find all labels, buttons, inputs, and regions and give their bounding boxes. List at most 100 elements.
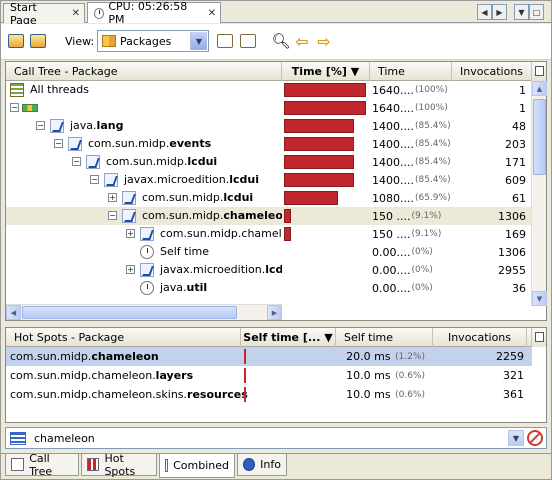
time-bar-cell <box>282 261 370 279</box>
view-option-button-1[interactable] <box>215 31 235 51</box>
invocations-cell: 36 <box>512 281 526 295</box>
collapse-icon[interactable]: − <box>90 175 99 184</box>
invocations-cell: 321 <box>503 369 524 382</box>
scroll-right-icon[interactable]: ▶ <box>492 4 507 20</box>
view-select-value: Packages <box>120 34 172 48</box>
scroll-down-icon[interactable]: ▼ <box>532 291 547 306</box>
chevron-down-icon[interactable]: ▼ <box>190 32 207 50</box>
tree-node-cell: + com.sun.midp.lcdui <box>6 189 282 207</box>
scroll-right-icon[interactable]: ▶ <box>267 305 282 320</box>
tab-call-tree[interactable]: Call Tree <box>5 452 79 478</box>
clear-filter-icon[interactable] <box>527 430 543 446</box>
vertical-scrollbar[interactable]: ▲ ▼ <box>531 81 547 306</box>
tab-scroll-buttons: ◀ ▶ <box>477 4 507 20</box>
col-call-tree[interactable]: Call Tree - Package <box>6 62 282 81</box>
save-snapshot-icon <box>8 34 24 48</box>
tab-list-icon[interactable]: ▼ <box>514 4 529 20</box>
time-bar-cell <box>282 99 370 117</box>
col-invocations[interactable]: Invocations <box>452 62 532 81</box>
tab-combined[interactable]: Combined <box>159 454 235 478</box>
save-snapshot-button[interactable] <box>6 31 26 51</box>
tree-row[interactable]: + com.sun.midp.lcdui 1080.... (65.9%) 61 <box>6 189 532 207</box>
view-select[interactable]: Packages ▼ <box>97 30 209 52</box>
filter-type-icon[interactable] <box>10 432 26 445</box>
tree-row[interactable]: All threads 1640.... (100%) 1 <box>6 81 532 99</box>
find-button[interactable]: 🔍︎ <box>271 31 291 51</box>
clock-icon <box>140 281 154 295</box>
tree-row[interactable]: + javax.microedition.lcdui 0.00....(0%) 295… <box>6 261 532 279</box>
tree-node-cell: java.util <box>6 279 282 297</box>
tree-row[interactable]: + com.sun.midp.chameleor 150 ....(9.1%) 169 <box>6 225 532 243</box>
scroll-thumb[interactable] <box>22 306 237 319</box>
time-cell: 1400.... (85.4%) <box>372 155 451 169</box>
time-bar-cell <box>282 279 370 297</box>
expand-icon[interactable]: + <box>108 193 117 202</box>
self-time-bar <box>244 387 246 402</box>
tab-cpu[interactable]: CPU: 05:26:58 PM ✕ <box>87 0 221 26</box>
hot-spots-icon <box>87 458 100 471</box>
time-cell: 0.00.... (0%) <box>372 281 433 295</box>
scroll-up-icon[interactable]: ▲ <box>532 81 547 96</box>
tree-node-cell: − com.sun.midp.chameleon <box>6 207 282 225</box>
chevron-down-icon[interactable]: ▼ <box>508 430 524 446</box>
document-tab-strip: Start Page ✕ CPU: 05:26:58 PM ✕ ◀ ▶ ▼ □ <box>1 0 551 27</box>
tab-start-page[interactable]: Start Page ✕ <box>3 1 85 27</box>
time-bar-cell <box>282 207 370 225</box>
time-bar <box>284 83 366 97</box>
tree-node-label: com.sun.midp.chameleon <box>142 209 282 222</box>
col-time-pct[interactable]: Time [%] ▼ <box>282 62 370 81</box>
package-icon <box>68 137 82 151</box>
expand-icon[interactable]: + <box>126 265 135 274</box>
tree-node-cell: − com.sun.midp.lcdui <box>6 153 282 171</box>
collapse-icon[interactable]: − <box>36 121 45 130</box>
invocations-cell: 2955 <box>498 263 526 277</box>
filter-bar: chameleon ▼ <box>5 427 547 449</box>
col-invocations[interactable]: Invocations <box>433 328 527 347</box>
col-self-time-bar[interactable]: Self time [... ▼ <box>241 328 336 347</box>
horizontal-scrollbar[interactable]: ◀ ▶ <box>6 304 282 320</box>
tree-node-label: javax.microedition.lcdui <box>124 173 260 186</box>
column-chooser-button[interactable] <box>531 328 546 347</box>
hot-spot-row[interactable]: com.sun.midp.chameleon.skins. resources 10… <box>6 385 532 404</box>
hot-spot-row[interactable]: com.sun.midp.chameleon. layers 10.0 ms (0.… <box>6 366 532 385</box>
maximize-icon[interactable]: □ <box>529 4 544 20</box>
close-icon[interactable]: ✕ <box>208 8 216 19</box>
export-button[interactable] <box>28 31 48 51</box>
columns-icon <box>535 332 544 342</box>
time-cell: 0.00.... (0%) <box>372 245 433 259</box>
tree-row[interactable]: − 1640.... (100%) 1 <box>6 99 532 117</box>
collapse-icon[interactable]: − <box>54 139 63 148</box>
collapse-icon[interactable]: − <box>108 211 117 220</box>
col-time[interactable]: Time <box>370 62 452 81</box>
close-icon[interactable]: ✕ <box>72 8 80 19</box>
tree-row[interactable]: − java.lang 1400.... (85.4%) 48 <box>6 117 532 135</box>
time-bar <box>284 119 354 133</box>
tree-row[interactable]: − com.sun.midp.lcdui 1400.... (85.4%) 171 <box>6 153 532 171</box>
tree-row[interactable]: − com.sun.midp.events 1400.... (85.4%) 203 <box>6 135 532 153</box>
expand-icon[interactable]: + <box>126 229 135 238</box>
info-icon <box>243 458 256 471</box>
tab-info[interactable]: Info <box>237 454 287 476</box>
collapse-icon[interactable]: − <box>10 103 19 112</box>
col-self-time[interactable]: Self time <box>336 328 433 347</box>
time-bar-cell <box>282 225 370 243</box>
scroll-left-icon[interactable]: ◀ <box>6 305 21 320</box>
tree-row[interactable]: − com.sun.midp.chameleon 150 ....(9.1%) 130… <box>6 207 532 225</box>
tab-hot-spots[interactable]: Hot Spots <box>81 452 157 478</box>
package-icon <box>104 173 118 187</box>
scroll-left-icon[interactable]: ◀ <box>477 4 492 20</box>
column-chooser-button[interactable] <box>531 62 546 81</box>
col-hot-spots[interactable]: Hot Spots - Package <box>6 328 241 347</box>
hot-spot-row[interactable]: com.sun.midp. chameleon 20.0 ms (1.2%) 2259 <box>6 347 532 366</box>
collapse-icon[interactable]: − <box>72 157 81 166</box>
tree-row[interactable]: java.util 0.00.... (0%) 36 <box>6 279 532 297</box>
scroll-thumb[interactable] <box>533 99 546 175</box>
view-option-button-2[interactable] <box>238 31 258 51</box>
time-cell: 0.00.... (0%) <box>372 263 433 277</box>
self-time-cell: 20.0 ms (1.2%) <box>346 350 425 363</box>
filter-input[interactable]: chameleon <box>34 432 95 445</box>
tree-row[interactable]: Self time 0.00.... (0%) 1306 <box>6 243 532 261</box>
back-button[interactable]: ⇦ <box>292 31 312 51</box>
forward-button[interactable]: ⇨ <box>314 31 334 51</box>
tree-row[interactable]: − javax.microedition.lcdui 1400.... (85.4%)… <box>6 171 532 189</box>
